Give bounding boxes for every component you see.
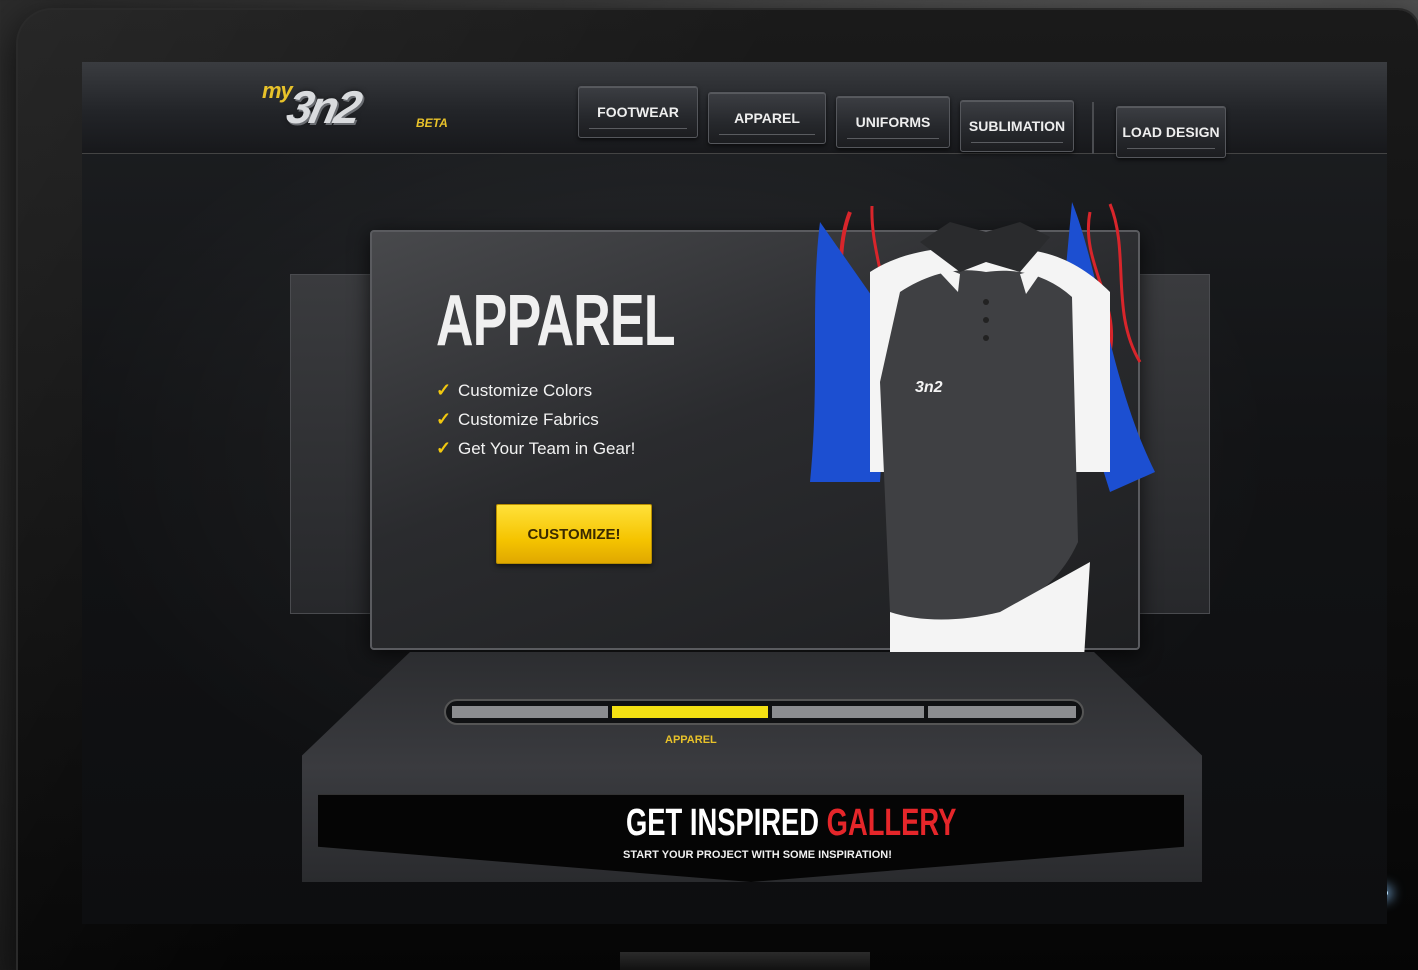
customize-button[interactable]: CUSTOMIZE! xyxy=(496,504,652,564)
nav-apparel-button[interactable]: APPAREL xyxy=(708,92,826,144)
nav-footwear-button[interactable]: FOOTWEAR xyxy=(578,86,698,138)
gallery-title-accent: GALLERY xyxy=(826,802,957,844)
feature-item: ✓ Customize Fabrics xyxy=(436,405,635,434)
monitor-stand xyxy=(620,952,870,970)
carousel-active-label: APPAREL xyxy=(665,734,717,746)
carousel-segment[interactable] xyxy=(928,706,1076,718)
red-strand-right xyxy=(1108,203,1142,363)
gallery-title-main: GET INSPIRED xyxy=(626,802,827,844)
feature-label: Customize Colors xyxy=(458,380,593,400)
feature-label: Get Your Team in Gear! xyxy=(458,438,636,458)
top-nav-bar: my 3n2 BETA FOOTWEAR APPAREL UNIFORMS SU… xyxy=(82,62,1387,158)
shirt-dark-body xyxy=(880,270,1078,620)
nav-sublimation-button[interactable]: SUBLIMATION xyxy=(960,100,1074,152)
checkmark-icon: ✓ xyxy=(436,438,452,458)
app-screen: my 3n2 BETA FOOTWEAR APPAREL UNIFORMS SU… xyxy=(82,62,1387,924)
carousel-segment[interactable] xyxy=(452,706,608,718)
feature-label: Customize Fabrics xyxy=(458,409,599,429)
logo-mark: 3n2 xyxy=(282,81,364,133)
nav-divider xyxy=(1092,102,1094,154)
gallery-subtitle: START YOUR PROJECT WITH SOME INSPIRATION… xyxy=(623,849,892,861)
polo-shirt-image[interactable]: 3n2 xyxy=(810,182,1162,672)
feature-list: ✓ Customize Colors ✓ Customize Fabrics ✓… xyxy=(436,376,635,463)
checkmark-icon: ✓ xyxy=(436,409,452,429)
carousel-segment[interactable] xyxy=(772,706,924,718)
logo-prefix: my xyxy=(262,78,293,103)
beta-badge: BETA xyxy=(416,116,448,130)
shirt-chest-logo: 3n2 xyxy=(915,379,943,396)
panel-title: APPAREL xyxy=(436,281,676,361)
carousel-progress[interactable] xyxy=(444,699,1084,725)
carousel-segment-active[interactable] xyxy=(612,706,768,718)
gallery-title[interactable]: GET INSPIRED GALLERY xyxy=(626,802,956,845)
feature-item: ✓ Customize Colors xyxy=(436,376,635,405)
feature-item: ✓ Get Your Team in Gear! xyxy=(436,434,635,463)
brand-logo[interactable]: my 3n2 BETA xyxy=(262,76,482,136)
nav-uniforms-button[interactable]: UNIFORMS xyxy=(836,96,950,148)
checkmark-icon: ✓ xyxy=(436,380,452,400)
shirt-button xyxy=(983,317,989,323)
shirt-button xyxy=(983,299,989,305)
shirt-button xyxy=(983,335,989,341)
load-design-button[interactable]: LOAD DESIGN xyxy=(1116,106,1226,158)
